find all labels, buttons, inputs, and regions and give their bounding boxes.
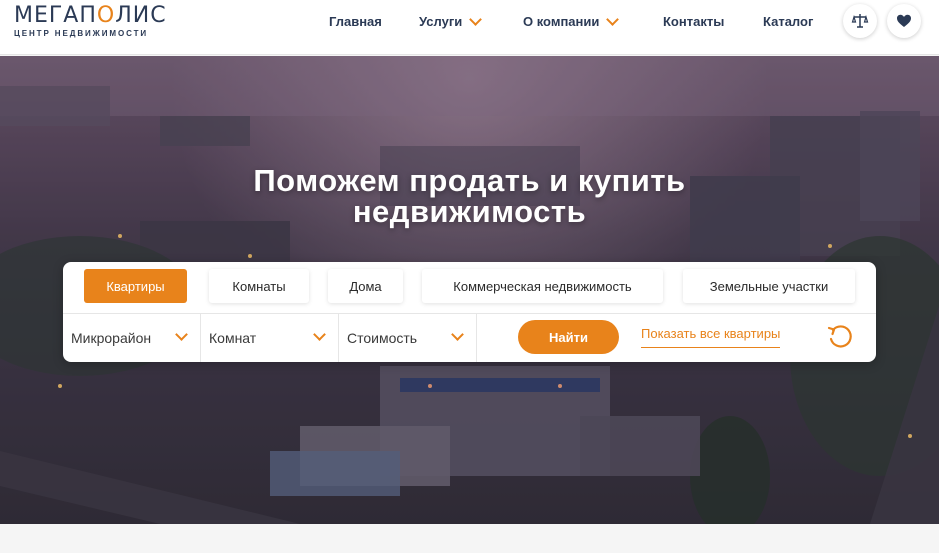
tab-rooms[interactable]: Комнаты [209, 269, 309, 303]
find-button[interactable]: Найти [518, 320, 619, 354]
tab-apartments[interactable]: Квартиры [84, 269, 187, 303]
rooms-select-label: Комнат [209, 330, 257, 346]
chevron-down-icon [469, 12, 483, 26]
scales-icon [851, 14, 869, 28]
chevron-down-icon [451, 328, 464, 341]
search-panel: Квартиры Комнаты Дома Коммерческая недви… [63, 262, 876, 362]
price-select-label: Стоимость [347, 330, 418, 346]
chevron-down-icon [313, 328, 326, 341]
chevron-down-icon [175, 328, 188, 341]
tab-land[interactable]: Земельные участки [683, 269, 855, 303]
tab-houses[interactable]: Дома [328, 269, 403, 303]
chevron-down-icon [606, 12, 620, 26]
reset-filters-button[interactable] [825, 321, 855, 351]
page-section-below [0, 524, 939, 553]
nav-item-home[interactable]: Главная [329, 14, 382, 29]
reset-icon [827, 325, 852, 348]
site-header: МЕГАПОЛИС ЦЕНТР НЕДВИЖИМОСТИ Главная Усл… [0, 0, 939, 55]
price-select[interactable]: Стоимость [339, 314, 477, 362]
district-select-label: Микрорайон [71, 330, 152, 346]
logo-tagline: ЦЕНТР НЕДВИЖИМОСТИ [14, 29, 149, 38]
favorites-button[interactable] [887, 4, 921, 38]
show-all-apartments-link[interactable]: Показать все квартиры [641, 326, 781, 348]
rooms-select[interactable]: Комнат [201, 314, 339, 362]
district-select[interactable]: Микрорайон [63, 314, 201, 362]
nav-item-services[interactable]: Услуги [419, 12, 483, 29]
nav-item-catalog[interactable]: Каталог [763, 14, 813, 29]
nav-item-contacts[interactable]: Контакты [663, 14, 724, 29]
tab-commercial[interactable]: Коммерческая недвижимость [422, 269, 663, 303]
hero-title: Поможем продать и купить недвижимость [253, 163, 686, 229]
heart-icon [897, 14, 911, 27]
nav-item-about[interactable]: О компании [523, 12, 620, 29]
compare-button[interactable] [843, 4, 877, 38]
logo-wordmark: МЕГАПОЛИС [14, 3, 167, 28]
logo[interactable]: МЕГАПОЛИС ЦЕНТР НЕДВИЖИМОСТИ [14, 3, 167, 39]
